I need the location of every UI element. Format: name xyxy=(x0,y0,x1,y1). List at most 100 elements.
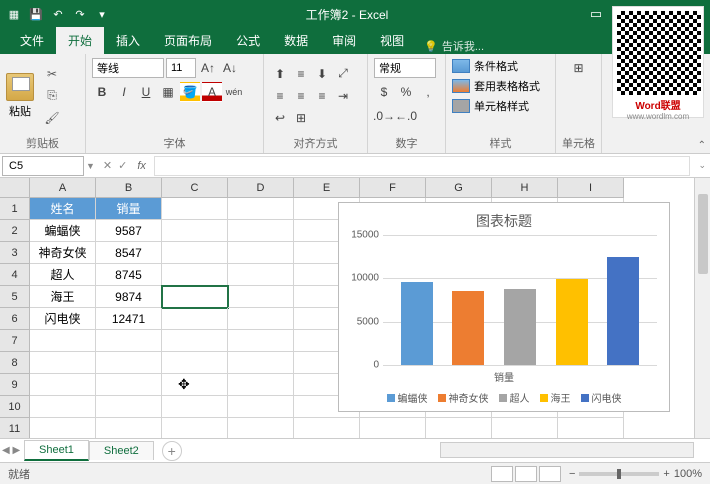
horizontal-scrollbar[interactable] xyxy=(440,442,694,458)
cell-B11[interactable] xyxy=(96,418,162,438)
tab-data[interactable]: 数据 xyxy=(272,27,320,54)
cell-I11[interactable] xyxy=(558,418,624,438)
increase-decimal-icon[interactable]: .0→ xyxy=(374,106,394,126)
cell-C7[interactable] xyxy=(162,330,228,352)
italic-icon[interactable]: I xyxy=(114,82,134,102)
cell-A10[interactable] xyxy=(30,396,96,418)
font-name-select[interactable]: 等线 xyxy=(92,58,164,78)
chart-legend[interactable]: 蝙蝠侠神奇女侠超人海王闪电侠 xyxy=(339,388,669,407)
align-right-icon[interactable]: ≡ xyxy=(312,86,332,106)
collapse-ribbon-icon[interactable]: ⌃ xyxy=(698,140,706,151)
col-header-H[interactable]: H xyxy=(492,178,558,198)
cell-B6[interactable]: 12471 xyxy=(96,308,162,330)
tab-layout[interactable]: 页面布局 xyxy=(152,27,224,54)
cancel-formula-icon[interactable]: ✕ xyxy=(103,159,112,172)
orientation-icon[interactable]: ⤢ xyxy=(333,64,353,84)
percent-icon[interactable]: % xyxy=(396,82,416,102)
expand-formula-icon[interactable]: ⌄ xyxy=(694,160,710,171)
row-header-9[interactable]: 9 xyxy=(0,374,30,396)
qat-dropdown-icon[interactable]: ▾ xyxy=(94,6,110,22)
sheet-tab-1[interactable]: Sheet1 xyxy=(24,440,89,461)
cell-C3[interactable] xyxy=(162,242,228,264)
zoom-out-icon[interactable]: − xyxy=(569,468,575,480)
bar-0[interactable] xyxy=(401,282,433,365)
shrink-font-icon[interactable]: A↓ xyxy=(220,58,240,78)
column-headers[interactable]: ABCDEFGHI xyxy=(30,178,694,198)
cell-A3[interactable]: 神奇女侠 xyxy=(30,242,96,264)
row-header-1[interactable]: 1 xyxy=(0,198,30,220)
col-header-A[interactable]: A xyxy=(30,178,96,198)
col-header-I[interactable]: I xyxy=(558,178,624,198)
row-header-4[interactable]: 4 xyxy=(0,264,30,286)
conditional-format-button[interactable]: 条件格式 xyxy=(452,58,549,74)
cell-G11[interactable] xyxy=(426,418,492,438)
cell-D5[interactable] xyxy=(228,286,294,308)
cell-D10[interactable] xyxy=(228,396,294,418)
cell-A1[interactable]: 姓名 xyxy=(30,198,96,220)
row-header-2[interactable]: 2 xyxy=(0,220,30,242)
enter-formula-icon[interactable]: ✓ xyxy=(118,159,127,172)
row-header-6[interactable]: 6 xyxy=(0,308,30,330)
col-header-C[interactable]: C xyxy=(162,178,228,198)
tab-home[interactable]: 开始 xyxy=(56,27,104,54)
embedded-chart[interactable]: 图表标题 050001000015000 销量 蝙蝠侠神奇女侠超人海王闪电侠 xyxy=(338,202,670,412)
cell-B8[interactable] xyxy=(96,352,162,374)
cell-A8[interactable] xyxy=(30,352,96,374)
page-layout-view-icon[interactable] xyxy=(515,466,537,482)
font-color-icon[interactable]: A xyxy=(202,82,222,102)
name-box[interactable]: C5 xyxy=(2,156,84,176)
namebox-dropdown-icon[interactable]: ▼ xyxy=(86,161,95,171)
vertical-scrollbar[interactable] xyxy=(694,178,710,438)
copy-icon[interactable]: ⎘ xyxy=(42,87,62,105)
bar-2[interactable] xyxy=(504,289,536,365)
cell-D3[interactable] xyxy=(228,242,294,264)
format-painter-icon[interactable]: 🖌 xyxy=(42,109,62,127)
zoom-level[interactable]: 100% xyxy=(674,468,702,480)
row-header-3[interactable]: 3 xyxy=(0,242,30,264)
col-header-F[interactable]: F xyxy=(360,178,426,198)
decrease-decimal-icon[interactable]: ←.0 xyxy=(396,106,416,126)
tell-me[interactable]: 💡告诉我... xyxy=(424,38,484,54)
grow-font-icon[interactable]: A↑ xyxy=(198,58,218,78)
cell-C11[interactable] xyxy=(162,418,228,438)
comma-icon[interactable]: , xyxy=(418,82,438,102)
cell-B10[interactable] xyxy=(96,396,162,418)
chart-plot-area[interactable]: 050001000015000 xyxy=(383,235,657,365)
cell-A11[interactable] xyxy=(30,418,96,438)
align-middle-icon[interactable]: ≡ xyxy=(291,64,311,84)
cut-icon[interactable]: ✂ xyxy=(42,65,62,83)
align-bottom-icon[interactable]: ⬇ xyxy=(312,64,332,84)
cell-B1[interactable]: 销量 xyxy=(96,198,162,220)
bar-1[interactable] xyxy=(452,291,484,365)
ribbon-options-icon[interactable]: ▭ xyxy=(584,5,608,23)
cell-D8[interactable] xyxy=(228,352,294,374)
cell-D4[interactable] xyxy=(228,264,294,286)
legend-item-3[interactable]: 海王 xyxy=(540,390,571,405)
formula-input[interactable] xyxy=(154,156,691,176)
align-center-icon[interactable]: ≡ xyxy=(291,86,311,106)
worksheet-grid[interactable]: ABCDEFGHI 1234567891011 姓名销量蝙蝠侠9587神奇女侠8… xyxy=(0,178,710,438)
cell-C6[interactable] xyxy=(162,308,228,330)
cell-F11[interactable] xyxy=(360,418,426,438)
row-header-7[interactable]: 7 xyxy=(0,330,30,352)
cell-B5[interactable]: 9874 xyxy=(96,286,162,308)
cell-A4[interactable]: 超人 xyxy=(30,264,96,286)
cell-B7[interactable] xyxy=(96,330,162,352)
tab-insert[interactable]: 插入 xyxy=(104,27,152,54)
cell-H11[interactable] xyxy=(492,418,558,438)
cell-C5[interactable] xyxy=(162,286,228,308)
cell-A2[interactable]: 蝙蝠侠 xyxy=(30,220,96,242)
fx-icon[interactable]: fx xyxy=(137,160,146,172)
align-top-icon[interactable]: ⬆ xyxy=(270,64,290,84)
border-icon[interactable]: ▦ xyxy=(158,82,178,102)
tab-review[interactable]: 审阅 xyxy=(320,27,368,54)
tab-formulas[interactable]: 公式 xyxy=(224,27,272,54)
legend-item-0[interactable]: 蝙蝠侠 xyxy=(387,390,428,405)
cell-A7[interactable] xyxy=(30,330,96,352)
add-sheet-button[interactable]: + xyxy=(162,441,182,461)
save-icon[interactable]: 💾 xyxy=(28,6,44,22)
zoom-slider[interactable] xyxy=(579,472,659,476)
col-header-B[interactable]: B xyxy=(96,178,162,198)
cell-A6[interactable]: 闪电侠 xyxy=(30,308,96,330)
col-header-G[interactable]: G xyxy=(426,178,492,198)
